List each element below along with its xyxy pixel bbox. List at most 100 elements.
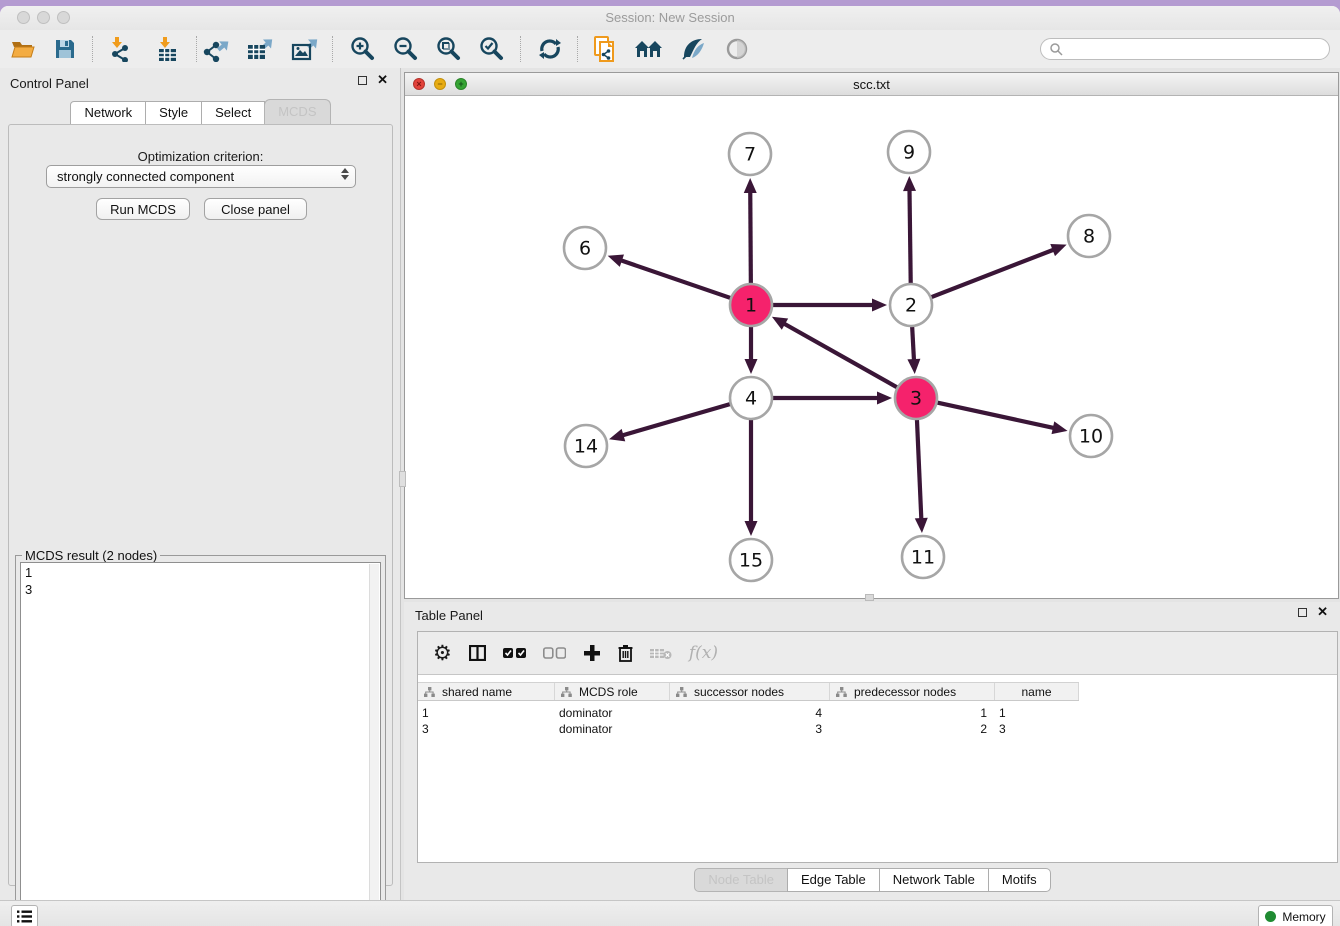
import-table-button[interactable] bbox=[152, 35, 182, 63]
column-header-shared-name[interactable]: shared name bbox=[418, 683, 555, 700]
search-box[interactable] bbox=[1040, 38, 1330, 60]
graph-edge-1-7[interactable] bbox=[750, 191, 751, 284]
mcds-result-text[interactable]: 1 3 bbox=[20, 562, 381, 926]
network-window-titlebar[interactable]: × − + scc.txt bbox=[405, 73, 1338, 96]
refresh-view-button[interactable] bbox=[535, 35, 565, 63]
tab-motifs[interactable]: Motifs bbox=[988, 868, 1051, 892]
graph-node-label-7: 7 bbox=[744, 144, 756, 166]
graph-edge-arrow-4-3 bbox=[877, 392, 892, 405]
add-column-button[interactable] bbox=[583, 640, 601, 666]
tab-network[interactable]: Network bbox=[70, 101, 146, 124]
delete-column-button[interactable] bbox=[650, 640, 672, 666]
graph-node-label-1: 1 bbox=[745, 295, 757, 317]
deselect-all-button[interactable] bbox=[543, 640, 566, 666]
import-network-button[interactable] bbox=[105, 35, 135, 63]
mcds-result-group: MCDS result (2 nodes) 1 3 bbox=[15, 555, 386, 926]
graph-edge-1-6[interactable] bbox=[620, 260, 731, 298]
cell-name[interactable]: 3 bbox=[995, 722, 1079, 738]
cell-mcds-role[interactable]: dominator bbox=[555, 722, 670, 738]
zoom-selected-button[interactable] bbox=[476, 35, 506, 63]
graph-edge-arrow-2-9 bbox=[903, 176, 916, 191]
cell-successor-nodes[interactable]: 3 bbox=[670, 722, 830, 738]
zoom-out-button[interactable] bbox=[390, 35, 420, 63]
tab-node-table[interactable]: Node Table bbox=[694, 868, 788, 892]
apply-style-button[interactable] bbox=[678, 35, 708, 63]
zoom-fit-button[interactable] bbox=[433, 35, 463, 63]
search-input[interactable] bbox=[1063, 40, 1329, 58]
export-table-button[interactable] bbox=[245, 35, 275, 63]
cell-mcds-role[interactable]: dominator bbox=[555, 706, 670, 722]
table-row[interactable]: 1 dominator 4 1 1 bbox=[418, 706, 1079, 722]
cell-predecessor-nodes[interactable]: 1 bbox=[830, 706, 995, 722]
cell-name[interactable]: 1 bbox=[995, 706, 1079, 722]
delete-row-button[interactable] bbox=[618, 640, 633, 666]
float-table-panel-icon[interactable] bbox=[1298, 608, 1307, 617]
cell-predecessor-nodes[interactable]: 2 bbox=[830, 722, 995, 738]
tab-style[interactable]: Style bbox=[145, 101, 202, 124]
splitter-handle[interactable] bbox=[399, 471, 406, 487]
eye-icon bbox=[724, 38, 750, 60]
cell-successor-nodes[interactable]: 4 bbox=[670, 706, 830, 722]
optimization-criterion-select[interactable]: strongly connected component bbox=[46, 165, 356, 188]
graph-edge-3-1[interactable] bbox=[783, 323, 897, 388]
function-builder-button[interactable]: f(x) bbox=[689, 640, 718, 666]
selected-criterion: strongly connected component bbox=[57, 169, 234, 184]
column-type-icon bbox=[676, 687, 687, 697]
column-type-icon bbox=[836, 687, 847, 697]
graph-node-label-8: 8 bbox=[1083, 226, 1095, 248]
graph-edge-4-14[interactable] bbox=[622, 404, 731, 436]
mcds-result-title: MCDS result (2 nodes) bbox=[22, 548, 160, 563]
run-mcds-button[interactable]: Run MCDS bbox=[96, 198, 190, 220]
graph-edge-arrow-1-2 bbox=[872, 299, 887, 312]
graph-edge-3-10[interactable] bbox=[937, 402, 1055, 428]
select-all-button[interactable] bbox=[503, 640, 526, 666]
copy-network-button[interactable] bbox=[590, 35, 620, 63]
cell-shared-name[interactable]: 3 bbox=[418, 722, 555, 738]
tab-mcds[interactable]: MCDS bbox=[264, 99, 330, 124]
close-table-panel-icon[interactable]: ✕ bbox=[1317, 607, 1328, 617]
close-panel-icon[interactable]: ✕ bbox=[377, 75, 388, 85]
network-graph[interactable]: 7968124314101511 bbox=[405, 96, 1338, 598]
table-settings-button[interactable]: ⚙ bbox=[433, 640, 452, 666]
export-image-button[interactable] bbox=[290, 35, 320, 63]
result-scrollbar[interactable] bbox=[369, 564, 379, 926]
toolbar-separator bbox=[332, 36, 333, 62]
dropdown-stepper-icon bbox=[341, 168, 349, 180]
memory-button[interactable]: Memory bbox=[1258, 905, 1333, 926]
show-hide-button[interactable] bbox=[722, 35, 752, 63]
log-console-button[interactable] bbox=[11, 905, 38, 926]
memory-status-icon bbox=[1265, 911, 1276, 922]
show-columns-button[interactable] bbox=[469, 640, 486, 666]
mcds-result-line: 3 bbox=[25, 581, 379, 598]
close-panel-button[interactable]: Close panel bbox=[204, 198, 307, 220]
table-row[interactable]: 3 dominator 3 2 3 bbox=[418, 722, 1079, 738]
graph-edge-2-3[interactable] bbox=[912, 326, 914, 361]
tab-edge-table[interactable]: Edge Table bbox=[787, 868, 880, 892]
float-panel-icon[interactable] bbox=[358, 76, 367, 85]
open-session-button[interactable] bbox=[8, 35, 38, 63]
graph-edge-arrow-4-15 bbox=[745, 521, 758, 536]
cell-shared-name[interactable]: 1 bbox=[418, 706, 555, 722]
column-header-successor-nodes[interactable]: successor nodes bbox=[670, 683, 830, 700]
checked-boxes-icon bbox=[503, 647, 526, 659]
column-header-mcds-role[interactable]: MCDS role bbox=[555, 683, 670, 700]
save-icon bbox=[54, 38, 76, 60]
graph-edge-2-8[interactable] bbox=[931, 249, 1055, 297]
save-session-button[interactable] bbox=[50, 35, 80, 63]
tab-network-table[interactable]: Network Table bbox=[879, 868, 989, 892]
export-network-button[interactable] bbox=[202, 35, 232, 63]
column-header-name[interactable]: name bbox=[995, 683, 1079, 700]
trash-icon bbox=[618, 644, 633, 662]
mcds-result-line: 1 bbox=[25, 564, 379, 581]
graph-edge-2-9[interactable] bbox=[909, 189, 910, 284]
column-type-icon bbox=[424, 687, 435, 697]
graph-edge-3-11[interactable] bbox=[917, 419, 921, 520]
open-folder-icon bbox=[10, 38, 36, 60]
window-resize-handle[interactable] bbox=[865, 594, 874, 601]
home-layout-button[interactable] bbox=[634, 35, 664, 63]
tab-select[interactable]: Select bbox=[201, 101, 265, 124]
graph-node-label-3: 3 bbox=[910, 388, 922, 410]
zoom-in-button[interactable] bbox=[347, 35, 377, 63]
column-header-predecessor-nodes[interactable]: predecessor nodes bbox=[830, 683, 995, 700]
main-toolbar bbox=[0, 30, 1340, 69]
